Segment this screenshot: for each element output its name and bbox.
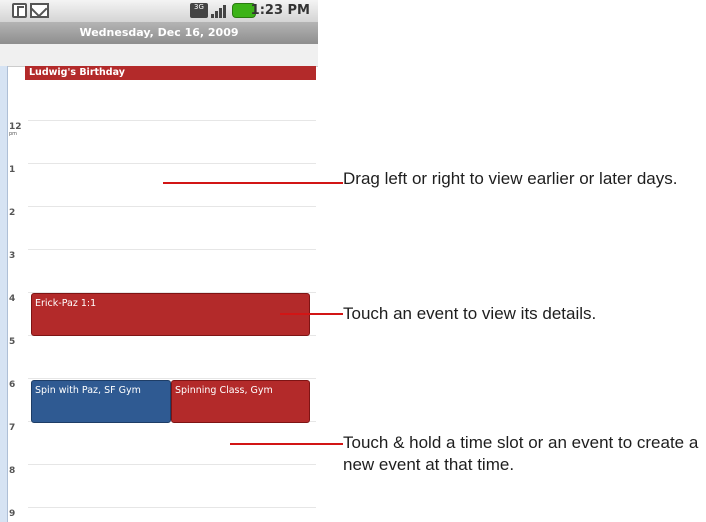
hour-line [28, 464, 316, 465]
signal-icon [211, 3, 229, 18]
date-header[interactable]: Wednesday, Dec 16, 2009 [0, 22, 318, 44]
status-bar: 3G 1:23 PM [0, 0, 318, 22]
event-erick-paz[interactable]: Erick-Paz 1:1 [31, 293, 310, 336]
hour-label-3: 3 [9, 251, 16, 261]
event-title: Spinning Class, Gym [175, 385, 273, 396]
callout-line-touch-event [280, 313, 343, 315]
status-time: 1:23 PM [250, 3, 310, 18]
time-gutter [0, 66, 8, 522]
hour-label-4: 4 [9, 294, 16, 304]
callout-touch-event: Touch an event to view its details. [343, 304, 597, 323]
day-grid[interactable]: 12 pm 1 2 3 4 5 6 7 8 9 Erick-Paz 1:1 Spi… [8, 80, 318, 522]
hour-label-5: 5 [9, 337, 16, 347]
hour-label-6: 6 [9, 380, 16, 390]
callout-swipe: Drag left or right to view earlier or la… [343, 169, 678, 188]
all-day-event[interactable]: Ludwig's Birthday [25, 66, 316, 80]
hour-label-12: 12 pm [9, 122, 22, 137]
event-spinning-class[interactable]: Spinning Class, Gym [171, 380, 310, 423]
event-title: Erick-Paz 1:1 [35, 298, 97, 309]
callout-line-swipe [163, 182, 343, 184]
hour-label-7: 7 [9, 423, 16, 433]
hour-line [28, 120, 316, 121]
callout-touch-hold: Touch & hold a time slot or an event to … [343, 433, 699, 474]
email-notification-icon [30, 3, 49, 18]
network-label: 3G [194, 3, 204, 11]
hour-line [28, 507, 316, 508]
hour-line [28, 249, 316, 250]
hour-label-2: 2 [9, 208, 16, 218]
event-title: Spin with Paz, SF Gym [35, 385, 141, 396]
calendar-notification-icon [12, 3, 27, 18]
hour-label-8: 8 [9, 466, 16, 476]
hour-label-1: 1 [9, 165, 16, 175]
event-spin-with-paz[interactable]: Spin with Paz, SF Gym [31, 380, 171, 423]
hour-line [28, 206, 316, 207]
hour-label-9: 9 [9, 509, 16, 519]
callout-line-touch-hold [230, 443, 343, 445]
hour-line [28, 163, 316, 164]
all-day-strip [0, 44, 318, 67]
hour-line [28, 378, 316, 379]
3g-icon: 3G [190, 3, 208, 18]
